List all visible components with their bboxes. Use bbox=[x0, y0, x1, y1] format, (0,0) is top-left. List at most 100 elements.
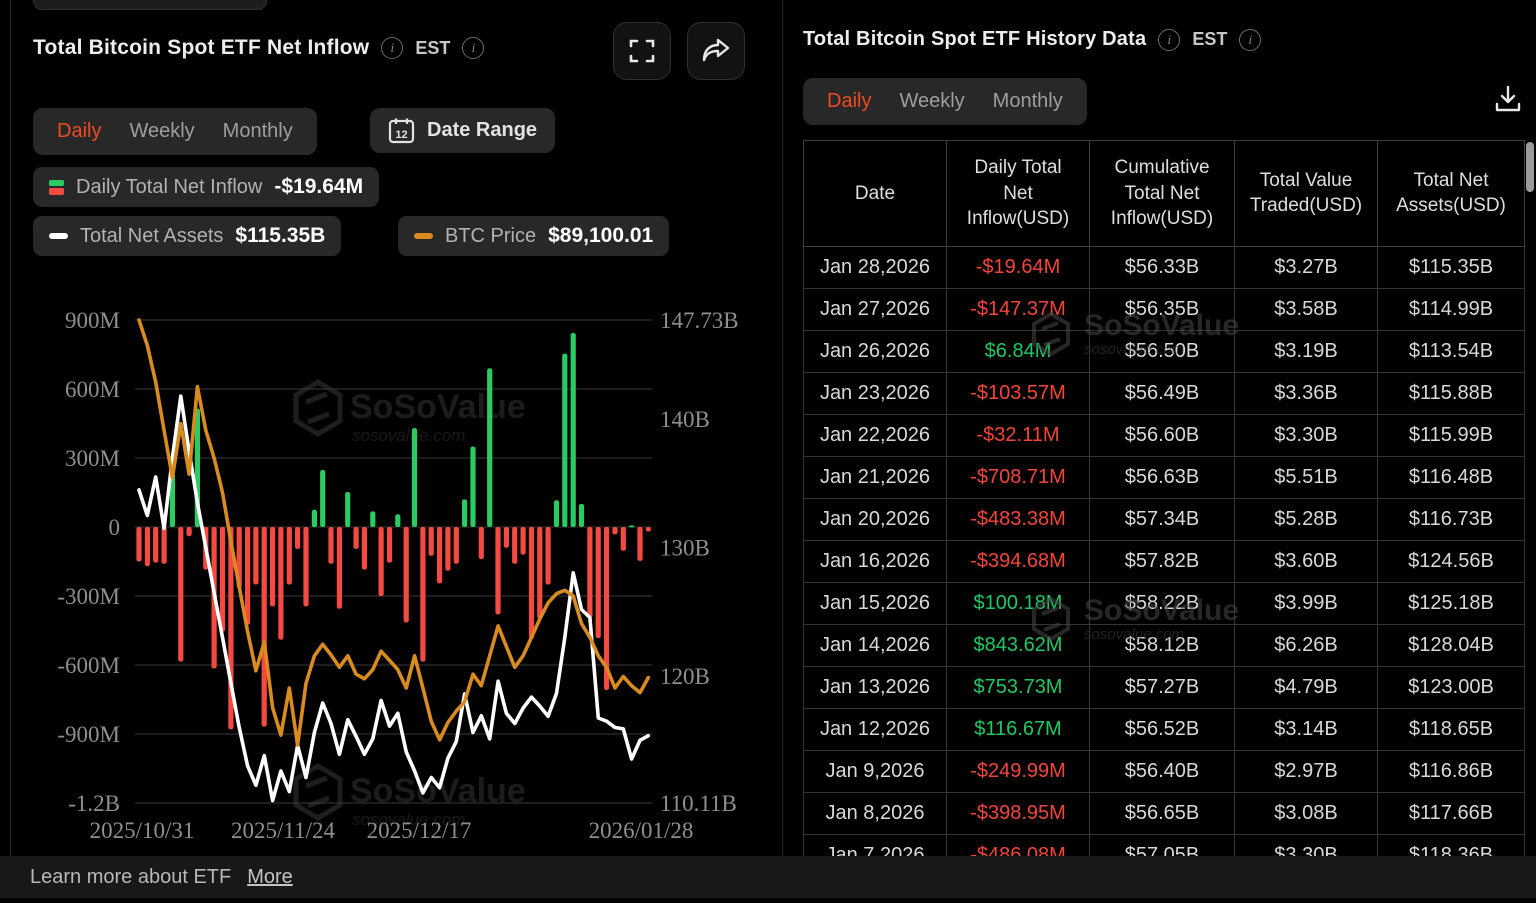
table-cell-cumulative: $56.60B bbox=[1090, 415, 1235, 456]
table-cell-inflow: -$32.11M bbox=[947, 415, 1090, 456]
table-cell-cumulative: $57.82B bbox=[1090, 541, 1235, 582]
table-cell-assets: $123.00B bbox=[1378, 667, 1525, 708]
inflow-bar bbox=[253, 527, 258, 585]
legend-total-net-assets[interactable]: Total Net Assets $115.35B bbox=[33, 216, 341, 256]
x-axis-tick: 2025/11/24 bbox=[231, 818, 335, 843]
info-icon[interactable]: i bbox=[1158, 29, 1180, 51]
table-cell-cumulative: $56.65B bbox=[1090, 793, 1235, 834]
left-panel-header: Total Bitcoin Spot ETF Net Inflow i EST … bbox=[33, 36, 484, 60]
panel-divider bbox=[782, 0, 783, 856]
legend-daily-net-inflow[interactable]: Daily Total Net Inflow -$19.64M bbox=[33, 167, 379, 207]
table-cell-date: Jan 15,2026 bbox=[803, 583, 947, 624]
tab-monthly[interactable]: Monthly bbox=[209, 110, 307, 153]
table-row[interactable]: Jan 15,2026$100.18M$58.22B$3.99B$125.18B bbox=[803, 583, 1525, 625]
right-axis-tick: 130B bbox=[660, 536, 710, 561]
table-cell-cumulative: $58.22B bbox=[1090, 583, 1235, 624]
info-icon[interactable]: i bbox=[381, 37, 403, 59]
share-button[interactable] bbox=[687, 22, 745, 80]
table-cell-date: Jan 16,2026 bbox=[803, 541, 947, 582]
table-cell-cumulative: $56.40B bbox=[1090, 751, 1235, 792]
table-cell-inflow: -$249.99M bbox=[947, 751, 1090, 792]
table-cell-assets: $128.04B bbox=[1378, 625, 1525, 666]
x-axis-tick: 2025/10/31 bbox=[90, 818, 195, 843]
table-title: Total Bitcoin Spot ETF History Data bbox=[803, 28, 1146, 51]
inflow-bar bbox=[145, 527, 150, 566]
table-column-header: Daily Total Net Inflow(USD) bbox=[947, 141, 1090, 246]
tab-daily[interactable]: Daily bbox=[43, 110, 115, 153]
inflow-bar bbox=[579, 504, 584, 527]
legend-btc-price[interactable]: BTC Price $89,100.01 bbox=[398, 216, 669, 256]
clipped-top-tab[interactable] bbox=[33, 0, 267, 10]
tab-monthly[interactable]: Monthly bbox=[979, 80, 1077, 123]
table-row[interactable]: Jan 13,2026$753.73M$57.27B$4.79B$123.00B bbox=[803, 667, 1525, 709]
etf-net-inflow-chart[interactable]: 900M600M300M0-300M-600M-900M-1.2B147.73B… bbox=[0, 270, 780, 870]
inflow-legend-icon bbox=[49, 180, 64, 195]
table-cell-traded: $5.28B bbox=[1235, 499, 1378, 540]
table-cell-inflow: -$486.08M bbox=[947, 835, 1090, 856]
chart-title: Total Bitcoin Spot ETF Net Inflow bbox=[33, 36, 369, 60]
table-row[interactable]: Jan 27,2026-$147.37M$56.35B$3.58B$114.99… bbox=[803, 289, 1525, 331]
inflow-bar bbox=[178, 527, 183, 662]
table-cell-assets: $124.56B bbox=[1378, 541, 1525, 582]
inflow-bar bbox=[328, 527, 333, 564]
table-scrollbar-thumb[interactable] bbox=[1526, 142, 1534, 192]
legend-label: Daily Total Net Inflow bbox=[76, 176, 262, 199]
table-row[interactable]: Jan 20,2026-$483.38M$57.34B$5.28B$116.73… bbox=[803, 499, 1525, 541]
inflow-bar bbox=[320, 470, 325, 527]
footer-more-link[interactable]: More bbox=[247, 866, 293, 889]
legend-value: -$19.64M bbox=[274, 175, 363, 199]
table-row[interactable]: Jan 7,2026-$486.08M$57.05B$3.30B$118.36B bbox=[803, 835, 1525, 856]
inflow-bar bbox=[153, 527, 158, 563]
table-cell-traded: $3.08B bbox=[1235, 793, 1378, 834]
table-row[interactable]: Jan 9,2026-$249.99M$56.40B$2.97B$116.86B bbox=[803, 751, 1525, 793]
table-row[interactable]: Jan 21,2026-$708.71M$56.63B$5.51B$116.48… bbox=[803, 457, 1525, 499]
inflow-bar bbox=[529, 527, 534, 639]
tab-weekly[interactable]: Weekly bbox=[115, 110, 208, 153]
table-row[interactable]: Jan 12,2026$116.67M$56.52B$3.14B$118.65B bbox=[803, 709, 1525, 751]
table-cell-inflow: $6.84M bbox=[947, 331, 1090, 372]
table-cell-assets: $125.18B bbox=[1378, 583, 1525, 624]
svg-text:SoSoValue: SoSoValue bbox=[350, 772, 526, 810]
inflow-bar bbox=[136, 527, 141, 562]
inflow-bar bbox=[587, 527, 592, 618]
fullscreen-button[interactable] bbox=[613, 22, 671, 80]
table-row[interactable]: Jan 28,2026-$19.64M$56.33B$3.27B$115.35B bbox=[803, 247, 1525, 289]
inflow-bar bbox=[637, 527, 642, 561]
inflow-bar bbox=[187, 527, 192, 536]
inflow-bar bbox=[512, 527, 517, 564]
info-icon[interactable]: i bbox=[1239, 29, 1261, 51]
date-range-button[interactable]: 12 Date Range bbox=[370, 108, 555, 153]
date-range-label: Date Range bbox=[427, 119, 537, 142]
info-icon[interactable]: i bbox=[462, 37, 484, 59]
table-row[interactable]: Jan 23,2026-$103.57M$56.49B$3.36B$115.88… bbox=[803, 373, 1525, 415]
table-row[interactable]: Jan 14,2026$843.62M$58.12B$6.26B$128.04B bbox=[803, 625, 1525, 667]
table-row[interactable]: Jan 22,2026-$32.11M$56.60B$3.30B$115.99B bbox=[803, 415, 1525, 457]
inflow-bar bbox=[487, 368, 492, 527]
table-cell-date: Jan 23,2026 bbox=[803, 373, 947, 414]
inflow-bar bbox=[162, 527, 167, 564]
table-cell-assets: $115.88B bbox=[1378, 373, 1525, 414]
download-button[interactable] bbox=[1493, 84, 1523, 119]
table-row[interactable]: Jan 8,2026-$398.95M$56.65B$3.08B$117.66B bbox=[803, 793, 1525, 835]
inflow-bar bbox=[354, 527, 359, 549]
table-cell-cumulative: $56.35B bbox=[1090, 289, 1235, 330]
table-cell-traded: $3.30B bbox=[1235, 415, 1378, 456]
calendar-icon: 12 bbox=[388, 117, 415, 144]
table-row[interactable]: Jan 26,2026$6.84M$56.50B$3.19B$113.54B bbox=[803, 331, 1525, 373]
table-cell-inflow: -$708.71M bbox=[947, 457, 1090, 498]
right-axis-tick: 140B bbox=[660, 407, 710, 432]
table-cell-cumulative: $56.52B bbox=[1090, 709, 1235, 750]
tab-weekly[interactable]: Weekly bbox=[885, 80, 978, 123]
inflow-bar bbox=[245, 527, 250, 625]
table-cell-traded: $3.30B bbox=[1235, 835, 1378, 856]
inflow-bar bbox=[537, 527, 542, 619]
inflow-bar bbox=[596, 527, 601, 638]
table-row[interactable]: Jan 16,2026-$394.68M$57.82B$3.60B$124.56… bbox=[803, 541, 1525, 583]
table-cell-assets: $115.99B bbox=[1378, 415, 1525, 456]
inflow-bar bbox=[429, 527, 434, 556]
inflow-bar bbox=[521, 527, 526, 555]
tab-daily[interactable]: Daily bbox=[813, 80, 885, 123]
left-axis-tick: 300M bbox=[65, 446, 120, 471]
left-axis-tick: 900M bbox=[65, 308, 120, 333]
table-cell-assets: $113.54B bbox=[1378, 331, 1525, 372]
